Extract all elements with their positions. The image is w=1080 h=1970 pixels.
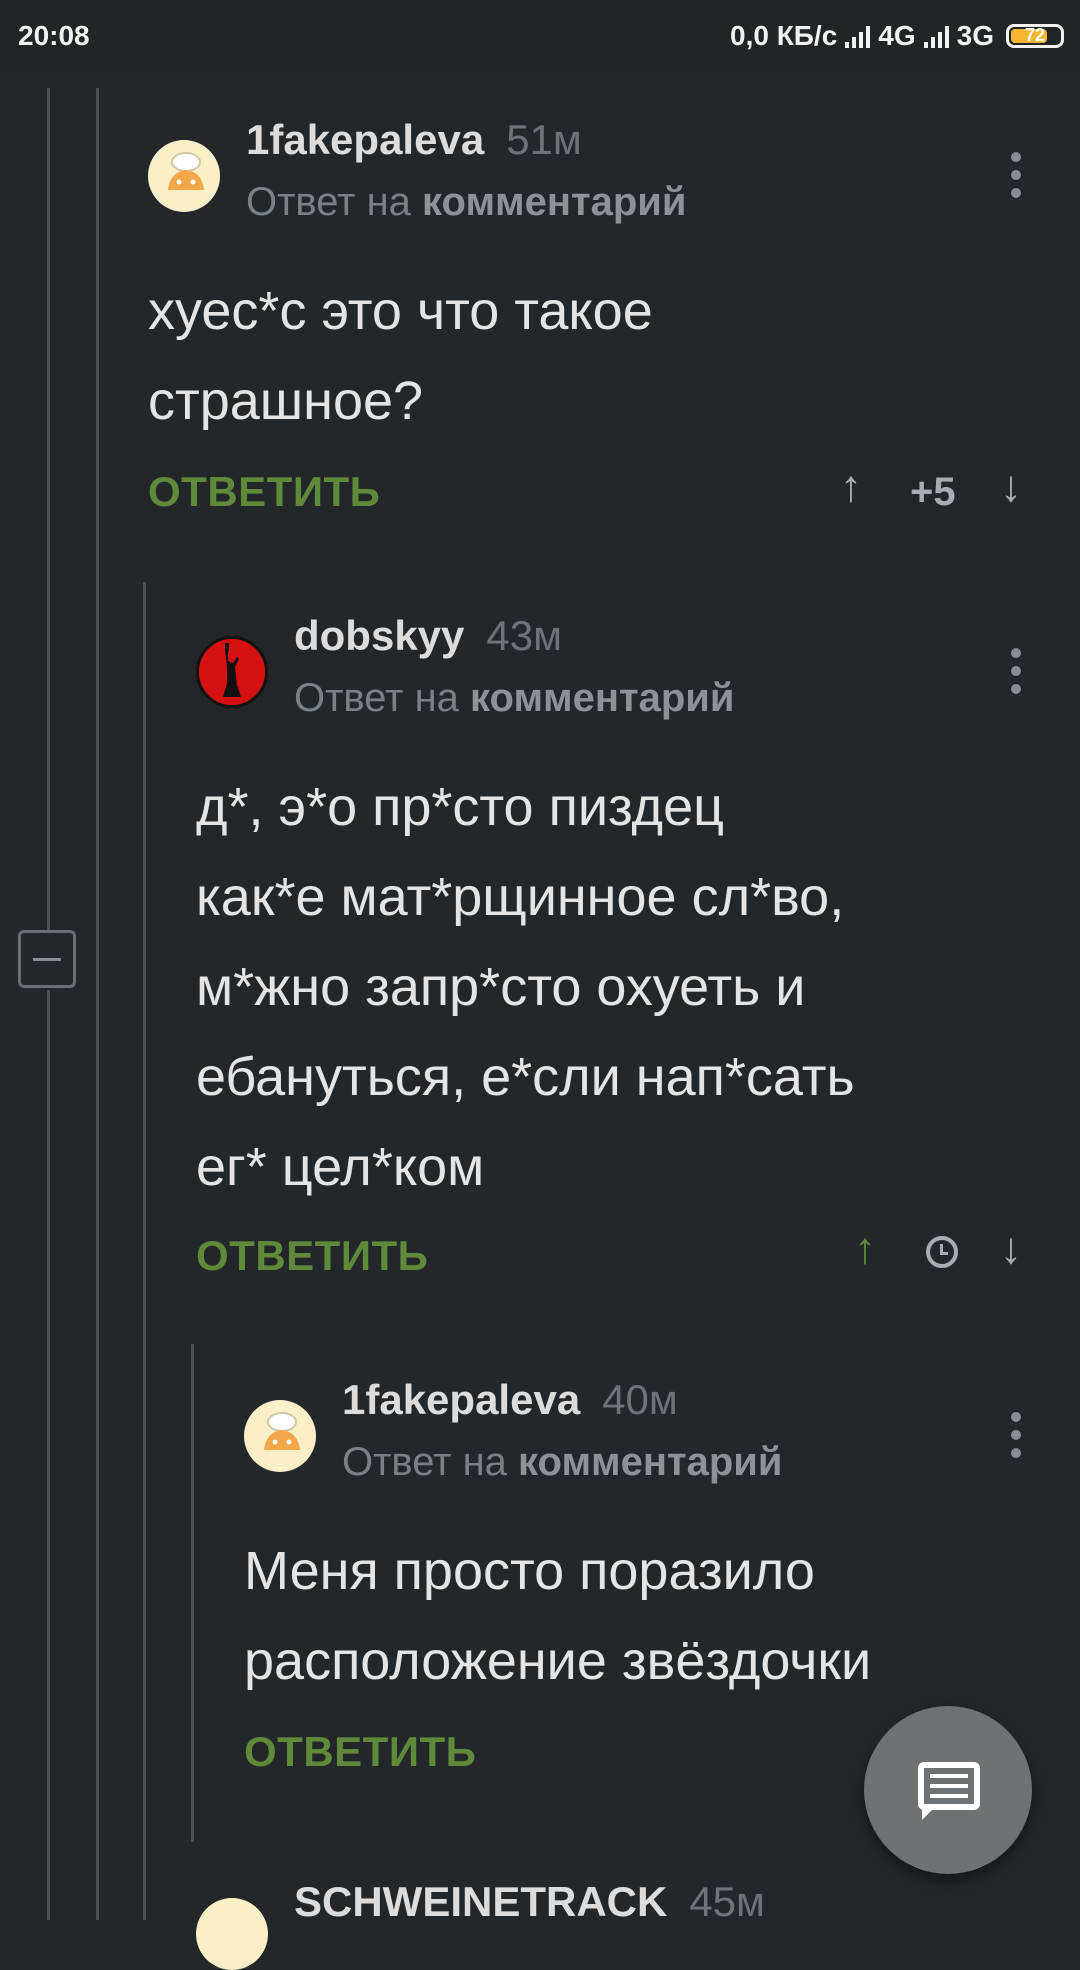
chef-egg-icon (168, 152, 204, 190)
author-line: 1fakepaleva 40м (342, 1376, 678, 1424)
author-name[interactable]: SCHWEINETRACK (294, 1878, 667, 1925)
reply-to-prefix: Ответ на (294, 676, 459, 720)
avatar[interactable] (196, 1898, 268, 1970)
reply-to-link[interactable]: комментарий (470, 676, 734, 720)
write-comment-button[interactable] (864, 1706, 1032, 1874)
clock-time: 20:08 (18, 20, 90, 51)
reply-button[interactable]: ОТВЕТИТЬ (148, 468, 380, 516)
chef-egg-icon (264, 1412, 300, 1450)
downvote-icon[interactable]: ↓ (1000, 1224, 1022, 1274)
comment-time: 51м (506, 116, 582, 163)
battery-icon: 72 (1006, 24, 1064, 48)
avatar[interactable] (196, 636, 268, 708)
net-speed: 0,0 КБ/с (730, 20, 838, 51)
reply-button[interactable]: ОТВЕТИТЬ (196, 1232, 428, 1280)
thread-line-outer-lower (47, 990, 50, 1920)
more-options-icon[interactable] (1010, 152, 1022, 206)
downvote-icon[interactable]: ↓ (1000, 462, 1022, 512)
battery-level: 72 (1024, 25, 1046, 45)
comment-text: хуес*с это что такое страшное? (148, 281, 653, 431)
signal-icon (845, 24, 871, 48)
comment-text: д*, э*о пр*сто пиздец как*е мат*рщинное … (196, 777, 855, 1197)
thread-line-outer (47, 88, 50, 930)
author-name[interactable]: 1fakepaleva (342, 1376, 580, 1423)
reply-to-prefix: Ответ на (246, 180, 411, 224)
reply-to-line: Ответ на комментарий (246, 180, 686, 225)
thread-line-level-1[interactable] (96, 88, 99, 1920)
status-bar: 20:08 0,0 КБ/с 4G 3G 72 (0, 0, 1080, 72)
more-options-icon[interactable] (1010, 1412, 1022, 1466)
signal-icon-2 (923, 24, 949, 48)
upvote-icon[interactable]: ↑ (840, 462, 862, 512)
thread-line-level-2[interactable] (143, 582, 146, 1920)
reply-to-link[interactable]: комментарий (518, 1440, 782, 1484)
comment-time: 45м (689, 1878, 765, 1925)
author-line: SCHWEINETRACK 45м (294, 1878, 765, 1926)
statue-of-liberty-icon (223, 643, 241, 697)
author-line: 1fakepaleva 51м (246, 116, 582, 164)
comment-time: 43м (486, 612, 562, 659)
avatar[interactable] (244, 1400, 316, 1472)
comment-time: 40м (602, 1376, 678, 1423)
upvote-icon-active[interactable]: ↑ (854, 1224, 876, 1274)
network-type-1: 4G (878, 20, 916, 51)
network-type-2: 3G (956, 20, 994, 51)
avatar[interactable] (148, 140, 220, 212)
comment-text: Меня просто поразило расположение звёздо… (244, 1541, 872, 1691)
collapse-thread-button[interactable] (18, 930, 76, 988)
comment-icon (918, 1762, 980, 1810)
author-name[interactable]: dobskyy (294, 612, 464, 659)
more-options-icon[interactable] (1010, 648, 1022, 702)
reply-to-link[interactable]: комментарий (422, 180, 686, 224)
author-name[interactable]: 1fakepaleva (246, 116, 484, 163)
reply-to-line: Ответ на комментарий (342, 1440, 782, 1485)
author-line: dobskyy 43м (294, 612, 562, 660)
reply-button[interactable]: ОТВЕТИТЬ (244, 1728, 476, 1776)
clock-icon (926, 1236, 958, 1268)
reply-to-prefix: Ответ на (342, 1440, 507, 1484)
thread-line-level-3[interactable] (191, 1344, 194, 1842)
reply-to-line: Ответ на комментарий (294, 676, 734, 721)
comment-score: +5 (910, 470, 956, 514)
